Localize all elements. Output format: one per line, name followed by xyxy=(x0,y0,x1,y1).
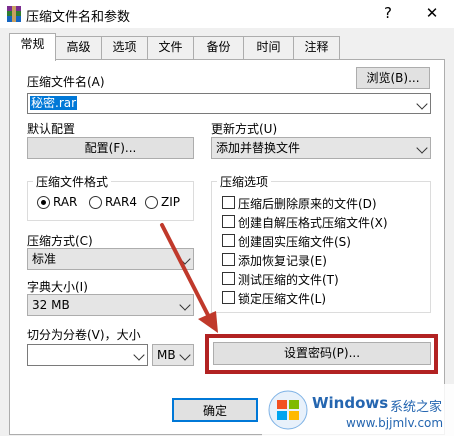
chevron-down-icon xyxy=(133,349,145,361)
checkbox-test-label: 测试压缩的文件(T) xyxy=(238,273,339,287)
chevron-down-icon xyxy=(179,349,191,361)
winrar-app-icon xyxy=(6,5,22,23)
windows-logo-icon xyxy=(268,390,308,430)
checkbox-delete-after-label: 压缩后删除原来的文件(D) xyxy=(238,197,377,211)
compression-method-value: 标准 xyxy=(32,252,57,266)
default-profile-label: 默认配置 xyxy=(27,122,76,136)
tab-comment[interactable]: 注释 xyxy=(293,36,340,59)
watermark: Windows 系统之家 www.bjjmlv.com xyxy=(262,384,454,436)
update-mode-value: 添加并替换文件 xyxy=(216,141,301,155)
archive-name-label: 压缩文件名(A) xyxy=(27,75,105,89)
window-title: 压缩文件名和参数 xyxy=(26,10,131,25)
update-mode-label: 更新方式(U) xyxy=(211,122,278,136)
checkbox-solid-label: 创建固实压缩文件(S) xyxy=(238,235,351,249)
archive-name-value: 秘密.rar xyxy=(30,96,78,110)
watermark-title-cn: 系统之家 xyxy=(390,400,443,415)
checkbox-sfx-label: 创建自解压格式压缩文件(X) xyxy=(238,216,388,230)
chevron-down-icon xyxy=(416,142,428,154)
dictionary-size-value: 32 MB xyxy=(32,298,70,312)
tab-files[interactable]: 文件 xyxy=(147,36,194,59)
tab-general[interactable]: 常规 xyxy=(9,33,56,61)
checkbox-delete-after[interactable] xyxy=(222,196,235,209)
help-button[interactable]: ? xyxy=(370,2,406,26)
split-volume-label: 切分为分卷(V)，大小 xyxy=(27,328,141,342)
radio-rar[interactable] xyxy=(37,196,50,209)
archive-format-title: 压缩文件格式 xyxy=(33,173,112,190)
chevron-down-icon xyxy=(416,98,428,110)
radio-rar4[interactable] xyxy=(89,196,102,209)
archive-name-combo[interactable]: 秘密.rar xyxy=(27,93,431,114)
split-size-combo[interactable] xyxy=(27,344,148,366)
radio-rar4-label: RAR4 xyxy=(105,195,138,209)
close-icon: ✕ xyxy=(425,4,439,22)
tab-options[interactable]: 选项 xyxy=(101,36,148,59)
ok-button[interactable]: 确定 xyxy=(172,398,258,422)
radio-rar-label: RAR xyxy=(53,195,78,209)
red-arrow-annotation xyxy=(160,223,218,333)
update-mode-select[interactable]: 添加并替换文件 xyxy=(211,137,431,159)
split-unit-select[interactable]: MB xyxy=(152,344,194,366)
compression-method-label: 压缩方式(C) xyxy=(27,234,93,248)
tab-time[interactable]: 时间 xyxy=(243,36,294,59)
checkbox-recovery-label: 添加恢复记录(E) xyxy=(238,254,327,268)
watermark-title: Windows xyxy=(312,394,389,412)
radio-zip[interactable] xyxy=(145,196,158,209)
close-button[interactable]: ✕ xyxy=(414,2,450,26)
radio-zip-label: ZIP xyxy=(161,195,180,209)
tab-backup[interactable]: 备份 xyxy=(193,36,244,59)
profiles-button[interactable]: 配置(F)... xyxy=(27,137,194,159)
browse-button[interactable]: 浏览(B)... xyxy=(356,67,430,89)
split-unit-value: MB xyxy=(157,348,176,362)
archive-options-title: 压缩选项 xyxy=(217,173,272,190)
checkbox-lock-label: 锁定压缩文件(L) xyxy=(238,292,327,306)
tab-advanced[interactable]: 高级 xyxy=(55,36,102,59)
set-password-button[interactable]: 设置密码(P)... xyxy=(213,342,431,365)
watermark-url: www.bjjmlv.com xyxy=(346,416,444,430)
dictionary-size-label: 字典大小(I) xyxy=(27,280,88,294)
